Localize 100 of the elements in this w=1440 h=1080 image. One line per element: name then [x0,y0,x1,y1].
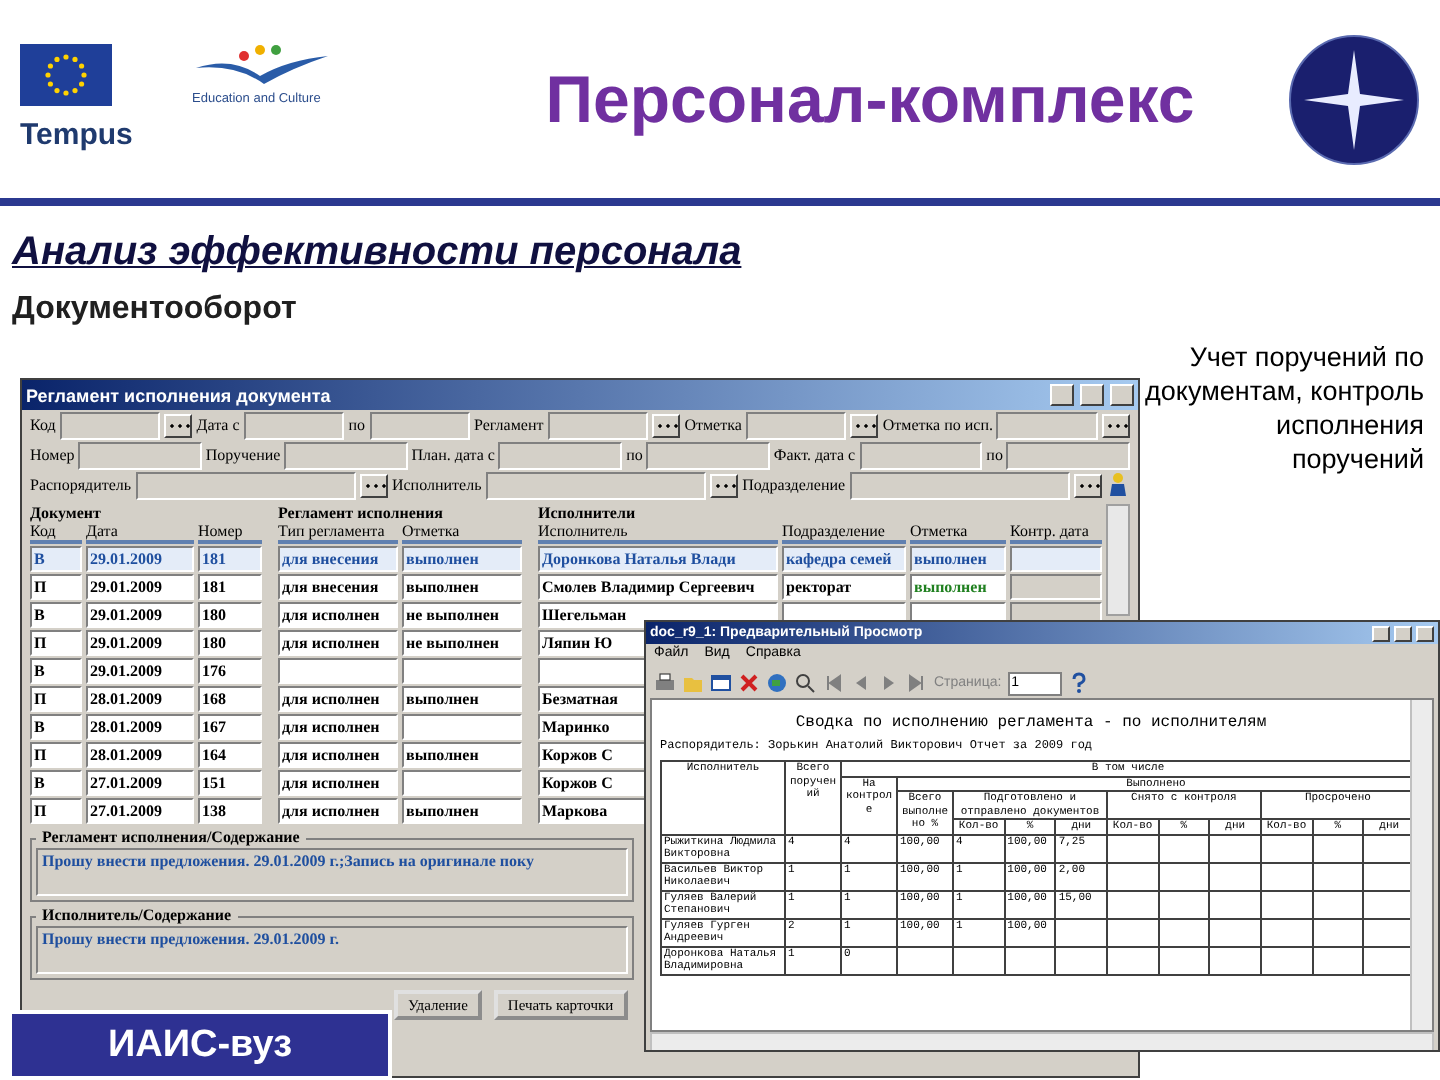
input-field[interactable] [646,441,770,469]
table-cell [1209,918,1261,946]
table-cell: 138 [198,798,262,824]
table-cell: Смолев Владимир Сергеевич [538,574,778,600]
browse-button[interactable] [710,473,739,497]
table-cell: 29.01.2009 [86,574,194,600]
table-cell: 29.01.2009 [86,602,194,628]
group-label: Документ [30,504,103,522]
table-cell: 181 [198,546,262,572]
table-cell [1260,918,1313,946]
close-button[interactable] [1416,625,1434,641]
field-label: Исполнитель [391,476,482,494]
table-cell[interactable]: П [30,686,82,712]
input-field[interactable] [369,411,471,439]
table-cell[interactable]: В [30,714,82,740]
search-icon[interactable] [794,672,816,694]
input-field[interactable] [485,471,707,499]
input-field[interactable] [498,441,623,469]
table-cell[interactable]: В [30,602,82,628]
table-cell [1106,834,1159,862]
table-cell [402,770,522,796]
table-cell: выполнен [910,574,1006,600]
print-icon[interactable] [654,672,676,694]
close-icon[interactable] [738,672,760,694]
description-text: Учет поручений по документам, контроль исполнения поручений [1144,340,1424,476]
table-cell [1010,574,1102,600]
field-label: Подразделение [742,476,846,494]
input-field[interactable] [849,471,1070,499]
table-cell [1260,890,1313,918]
table-cell: 180 [198,630,262,656]
table-cell: 164 [198,742,262,768]
table-cell[interactable]: П [30,798,82,824]
input-field[interactable] [1006,441,1131,469]
star-emblem-icon [1288,33,1420,165]
table-cell [1312,862,1364,890]
person-icon[interactable] [1106,472,1130,498]
table-cell [1260,834,1313,862]
window-icon[interactable] [710,672,732,694]
table-cell[interactable]: В [30,658,82,684]
table-cell: выполнен [402,546,522,572]
browse-button[interactable] [359,473,388,497]
table-cell [1158,946,1210,974]
table-cell[interactable]: П [30,630,82,656]
table-cell [1260,946,1313,974]
table-cell: 28.01.2009 [86,714,194,740]
section-label: Регламент исполнения/Содержание [40,828,302,848]
field-label: Регламент [474,416,544,434]
globe-icon[interactable] [766,672,788,694]
minimize-button[interactable] [1050,384,1074,406]
table-cell: 151 [198,770,262,796]
table-cell: 28.01.2009 [86,686,194,712]
table-cell [1312,890,1364,918]
scrollbar[interactable] [1106,504,1130,616]
scrollbar[interactable] [650,1032,1434,1050]
table-cell: для исполнен [278,686,398,712]
table-cell: 27.01.2009 [86,798,194,824]
table-cell: для исполнен [278,742,398,768]
table-cell: не выполнен [402,602,522,628]
field-label: Отметка по исп. [882,416,993,434]
input-field[interactable] [59,411,161,439]
maximize-button[interactable] [1394,625,1412,641]
table-cell[interactable]: В [30,770,82,796]
input-field[interactable] [745,411,847,439]
flag-icon [20,44,112,106]
browse-button[interactable] [850,413,879,437]
maximize-button[interactable] [1080,384,1104,406]
input-field[interactable] [243,411,345,439]
table-cell: 29.01.2009 [86,546,194,572]
field-label: Номер [30,446,75,464]
minimize-button[interactable] [1372,625,1390,641]
browse-button[interactable] [1101,413,1130,437]
table-cell[interactable]: П [30,742,82,768]
window-title: Регламент исполнения документа [26,385,333,405]
table-cell: 167 [198,714,262,740]
field-label: Отметка [684,416,742,434]
last-page-icon[interactable] [906,672,928,694]
table-cell: выполнен [402,742,522,768]
browse-button[interactable] [652,413,681,437]
input-field[interactable] [78,441,202,469]
help-icon[interactable] [1067,672,1090,694]
close-button[interactable] [1110,384,1134,406]
browse-button[interactable] [1074,473,1102,497]
table-cell: 181 [198,574,262,600]
table-cell [278,658,398,684]
table-cell: Доронкова Наталья Влади [538,546,778,572]
input-field[interactable] [996,411,1098,439]
scrollbar[interactable] [1410,700,1432,1030]
input-field[interactable] [284,441,408,469]
input-field[interactable] [547,411,649,439]
input-field[interactable] [859,441,983,469]
table-cell [402,714,522,740]
field-label: по [626,446,643,464]
content-field: Прошу внести предложения. 29.01.2009 г. [36,926,628,974]
browse-button[interactable] [164,413,193,437]
table-cell [953,946,1005,974]
table-cell[interactable]: П [30,574,82,600]
table-cell[interactable]: В [30,546,82,572]
table-cell [1312,946,1364,974]
input-field[interactable] [135,471,356,499]
table-cell [1312,834,1364,862]
